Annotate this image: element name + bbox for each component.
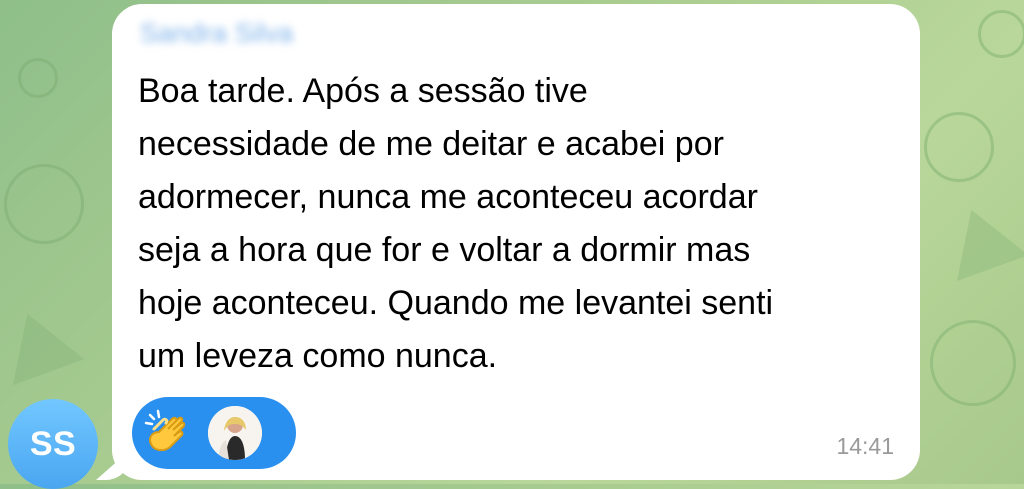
message-bubble[interactable]: Sandra Silva Boa tarde. Após a sessão ti… [112,4,920,480]
sender-name[interactable]: Sandra Silva [140,18,293,49]
wallpaper-doodle-ball-icon [4,164,84,244]
reaction-pill[interactable] [132,397,296,469]
wallpaper-doodle-coin-icon [978,10,1024,58]
wallpaper-doodle-face-icon [924,112,994,182]
wallpaper-doodle-umbrella-icon [935,196,1024,282]
wallpaper-doodle-watermelon-icon [0,300,85,386]
message-timestamp: 14:41 [836,433,894,459]
wallpaper-doodle-bubble-icon [930,320,1016,406]
avatar-initials: SS [29,424,77,463]
clapping-hands-icon [142,405,198,461]
reactor-avatar-icon [208,406,262,460]
sender-avatar[interactable]: SS [8,399,98,489]
message-text: Boa tarde. Após a sessão tive necessidad… [138,72,774,375]
wallpaper-doodle-star-icon [18,58,58,98]
